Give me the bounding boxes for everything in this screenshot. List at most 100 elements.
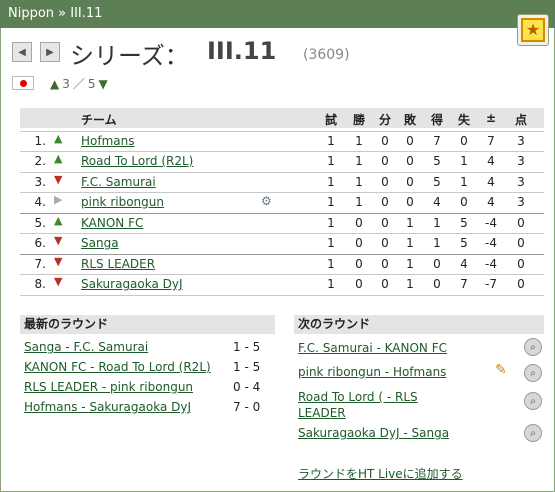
latest-match-link[interactable]: Sanga - F.C. Samurai	[24, 340, 225, 354]
team-link[interactable]: Hofmans	[81, 134, 135, 148]
stat-played: 1	[327, 277, 335, 291]
magnifier-icon: ⌕	[530, 427, 536, 439]
trend-down-icon: ▼	[54, 275, 63, 288]
add-to-ht-live-link[interactable]: ラウンドをHT Liveに追加する	[298, 465, 463, 482]
pencil-icon[interactable]: ✎	[495, 362, 507, 378]
stat-lost: 0	[406, 195, 414, 209]
stat-pts: 3	[517, 154, 525, 168]
latest-match-link[interactable]: Hofmans - Sakuragaoka DyJ	[24, 400, 225, 414]
next-match-link[interactable]: Road To Lord ( - RLS LEADER	[298, 389, 468, 421]
magnifier-icon: ⌕	[530, 367, 536, 379]
stat-ga: 0	[460, 195, 468, 209]
row-divider	[20, 254, 544, 255]
stat-lost: 1	[406, 257, 414, 271]
stat-pts: 0	[517, 216, 525, 230]
stat-pts: 3	[517, 134, 525, 148]
next-match-link[interactable]: pink ribongun - Hofmans	[298, 364, 446, 380]
stat-ga: 5	[460, 236, 468, 250]
stat-draw: 0	[381, 154, 389, 168]
stat-gf: 1	[433, 216, 441, 230]
team-link[interactable]: pink ribongun	[81, 195, 164, 209]
stat-ga: 5	[460, 216, 468, 230]
team-link[interactable]: RLS LEADER	[81, 257, 155, 271]
table-row-position: 5.	[34, 216, 46, 230]
stat-played: 1	[327, 175, 335, 189]
japan-flag-icon[interactable]	[12, 76, 34, 90]
column-header: 得	[430, 113, 443, 127]
stat-lost: 0	[406, 134, 414, 148]
column-header: 敗	[403, 113, 416, 127]
column-header: ±	[485, 111, 497, 125]
trend-down-icon: ▼	[54, 234, 63, 247]
stat-diff: 4	[487, 154, 495, 168]
stat-won: 0	[355, 236, 363, 250]
stat-ga: 1	[460, 154, 468, 168]
team-link[interactable]: Sanga	[81, 236, 119, 250]
latest-match-score: 0 - 4	[233, 380, 261, 394]
breadcrumb[interactable]: Nippon » III.11	[0, 0, 555, 28]
column-header: 試	[324, 113, 337, 127]
stat-pts: 0	[517, 236, 525, 250]
row-divider	[20, 131, 544, 132]
row-divider	[20, 213, 544, 214]
trend-same-icon: ▶	[54, 193, 63, 206]
team-link[interactable]: Sakuragaoka DyJ	[81, 277, 183, 291]
league-id: (3609)	[303, 47, 350, 63]
table-row-position: 4.	[34, 195, 46, 209]
stat-diff: -7	[485, 277, 497, 291]
row-divider	[20, 151, 544, 152]
stat-won: 1	[355, 134, 363, 148]
stat-diff: 4	[487, 195, 495, 209]
stat-gf: 4	[433, 195, 441, 209]
stat-played: 1	[327, 236, 335, 250]
stat-draw: 0	[381, 134, 389, 148]
magnifier-icon: ⌕	[530, 395, 536, 407]
magnifier-icon: ⌕	[530, 341, 536, 353]
prev-league-button[interactable]: ◀	[12, 42, 32, 62]
stat-ga: 4	[460, 257, 468, 271]
match-preview-button[interactable]: ⌕	[524, 424, 542, 442]
table-row-position: 7.	[34, 257, 46, 271]
stat-gf: 7	[433, 134, 441, 148]
stat-gf: 1	[433, 236, 441, 250]
stat-lost: 1	[406, 236, 414, 250]
stat-draw: 0	[381, 195, 389, 209]
level-up-icon[interactable]: ▲	[50, 77, 59, 91]
match-preview-button[interactable]: ⌕	[524, 364, 542, 382]
team-link[interactable]: F.C. Samurai	[81, 175, 156, 189]
level-current: 3	[62, 76, 70, 91]
team-link[interactable]: Road To Lord (R2L)	[81, 154, 193, 168]
next-match-link[interactable]: Sakuragaoka DyJ - Sanga	[298, 425, 449, 441]
row-divider	[20, 233, 544, 234]
match-preview-button[interactable]: ⌕	[524, 338, 542, 356]
table-row-position: 1.	[34, 134, 46, 148]
stat-won: 0	[355, 216, 363, 230]
stat-won: 0	[355, 257, 363, 271]
next-match-link[interactable]: F.C. Samurai - KANON FC	[298, 340, 447, 356]
row-divider	[20, 274, 544, 275]
latest-match-link[interactable]: KANON FC - Road To Lord (R2L)	[24, 360, 225, 374]
stat-diff: -4	[485, 216, 497, 230]
favorite-button[interactable]: ★	[517, 14, 549, 46]
stat-lost: 0	[406, 154, 414, 168]
level-down-icon[interactable]: ▼	[99, 77, 108, 91]
stat-pts: 0	[517, 257, 525, 271]
team-link[interactable]: KANON FC	[81, 216, 143, 230]
stat-draw: 0	[381, 257, 389, 271]
table-row-position: 8.	[34, 277, 46, 291]
row-divider	[20, 192, 544, 193]
table-row-position: 2.	[34, 154, 46, 168]
table-row-position: 6.	[34, 236, 46, 250]
stat-lost: 0	[406, 175, 414, 189]
column-header-team: チーム	[81, 113, 117, 127]
column-header: 分	[378, 113, 391, 127]
next-arrow-icon: ▶	[46, 46, 54, 58]
next-league-button[interactable]: ▶	[40, 42, 60, 62]
column-header: 勝	[352, 113, 365, 127]
stat-won: 0	[355, 277, 363, 291]
stat-draw: 0	[381, 236, 389, 250]
prev-arrow-icon: ◀	[18, 46, 26, 58]
latest-match-link[interactable]: RLS LEADER - pink ribongun	[24, 380, 225, 394]
match-preview-button[interactable]: ⌕	[524, 392, 542, 410]
series-label: シリーズ：	[70, 42, 189, 70]
